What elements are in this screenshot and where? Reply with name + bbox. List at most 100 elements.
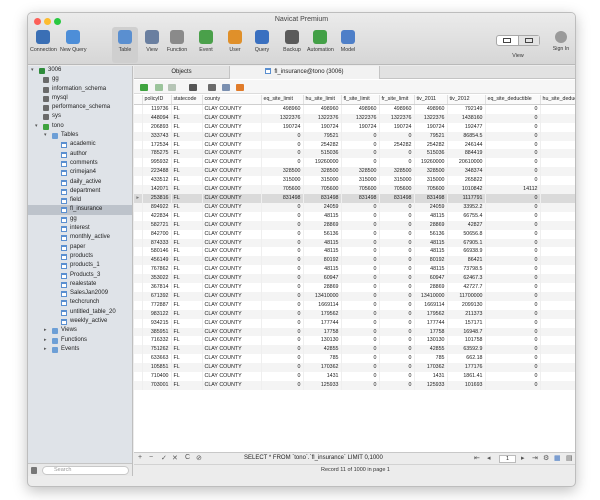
table-cell[interactable]: 0 [379,238,415,248]
row-marker[interactable] [134,238,143,248]
chevron-right-icon[interactable]: ▸ [44,345,47,354]
table-cell[interactable] [540,149,575,159]
row-marker[interactable] [134,283,143,292]
tree-folder-views[interactable]: ▸ Views [28,326,132,335]
table-cell[interactable]: 515036 [303,149,342,159]
table-row[interactable]: 716332 FL CLAY COUNTY 0 130130 0 0 130130 101758… [134,336,575,346]
table-cell[interactable]: FL [171,176,203,186]
table-cell[interactable]: 580146 [142,247,172,257]
tree-table-salesjan2009[interactable]: SalesJan2009 [28,289,132,298]
table-cell[interactable]: 498960 [303,104,342,114]
table-cell[interactable]: 190724 [414,122,448,132]
table-cell[interactable]: 1431 [414,372,448,381]
tree-table-comments[interactable]: comments [28,159,132,168]
table-cell[interactable]: 348374 [447,167,486,177]
table-cell[interactable]: FL [171,211,203,221]
table-row[interactable]: 842700 FL CLAY COUNTY 0 56136 0 0 56136 50656.8 0 [134,229,575,239]
table-cell[interactable]: 16948.7 [447,327,486,337]
table-cell[interactable]: CLAY COUNTY [202,185,262,194]
table-cell[interactable]: 170362 [414,363,448,373]
filter-icon[interactable] [189,84,197,91]
table-cell[interactable]: 0 [379,149,415,159]
table-cell[interactable] [540,122,575,132]
table-cell[interactable]: FL [171,336,203,346]
table-cell[interactable]: 0 [485,372,541,381]
table-cell[interactable]: 0 [341,381,380,390]
table-cell[interactable]: CLAY COUNTY [202,309,262,319]
table-row[interactable]: 367814 FL CLAY COUNTY 0 28869 0 0 28869 42727.7 0 [134,283,575,292]
table-cell[interactable] [540,309,575,319]
row-marker[interactable] [134,229,143,239]
table-cell[interactable]: 0 [379,354,415,364]
table-cell[interactable]: 179562 [414,309,448,319]
table-row[interactable]: 385951 FL CLAY COUNTY 0 17758 0 0 17758 16948.7 0 [134,327,575,337]
table-cell[interactable]: 0 [261,265,304,275]
table-cell[interactable]: 48115 [303,247,342,257]
row-marker[interactable] [134,318,143,328]
table-cell[interactable]: 0 [485,327,541,337]
table-row[interactable]: 353022 FL CLAY COUNTY 0 60947 0 0 60947 62467.3 0 [134,274,575,284]
toolbar-button-model[interactable]: Model [335,27,361,63]
tree-table-field[interactable]: field [28,196,132,205]
row-marker[interactable] [134,176,143,186]
table-cell[interactable]: 246144 [447,140,486,150]
toolbar-button-event[interactable]: Event [193,27,219,63]
discard-changes-button[interactable]: ✕ [172,454,178,462]
table-cell[interactable]: 101758 [447,336,486,346]
table-cell[interactable]: CLAY COUNTY [202,193,262,203]
table-cell[interactable]: CLAY COUNTY [202,363,262,373]
table-row[interactable]: 448094 FL CLAY COUNTY 1322376 1322376 1322376… [134,113,575,123]
table-cell[interactable]: 172534 [142,140,172,150]
table-row[interactable]: ▸ 253816 FL CLAY COUNTY 831498 831498 831498 83… [134,193,575,203]
row-marker[interactable] [134,140,143,150]
table-cell[interactable]: 831498 [379,193,415,203]
table-cell[interactable]: 0 [485,220,541,230]
tree-folder-events[interactable]: ▸ Events [28,345,132,354]
table-cell[interactable]: 0 [379,372,415,381]
table-cell[interactable]: 0 [379,274,415,284]
table-cell[interactable]: 0 [379,229,415,239]
tree-folder-functions[interactable]: ▸ Functions [28,336,132,345]
table-row[interactable]: 119736 FL CLAY COUNTY 498960 498960 498960 498… [134,104,575,114]
table-cell[interactable]: 42827 [447,220,486,230]
table-row[interactable]: 422834 FL CLAY COUNTY 0 48115 0 0 48115 66755.4 0 [134,211,575,221]
table-cell[interactable]: 422834 [142,211,172,221]
table-row[interactable]: 703001 FL CLAY COUNTY 0 125933 0 0 125933 101693… [134,381,575,390]
row-marker[interactable] [134,354,143,364]
row-marker[interactable] [134,158,143,168]
table-cell[interactable]: 0 [485,104,541,114]
toolbar-button-query[interactable]: Query [249,27,275,63]
table-cell[interactable]: 0 [261,291,304,301]
table-cell[interactable]: 19260000 [303,158,342,168]
table-cell[interactable]: 0 [341,291,380,301]
table-row[interactable]: 633663 FL CLAY COUNTY 0 785 0 0 785 662.18 0 [134,354,575,364]
table-cell[interactable]: 0 [341,265,380,275]
table-cell[interactable]: 498960 [341,104,380,114]
table-cell[interactable]: 705600 [341,185,380,194]
table-cell[interactable]: 0 [485,354,541,364]
table-cell[interactable]: 11700000 [447,291,486,301]
table-cell[interactable]: 0 [261,300,304,310]
table-cell[interactable]: FL [171,327,203,337]
table-cell[interactable]: FL [171,122,203,132]
tree-table-gg[interactable]: gg [28,215,132,224]
apply-changes-button[interactable]: ✓ [161,454,167,462]
table-cell[interactable]: 1438160 [447,113,486,123]
table-cell[interactable]: 253816 [142,193,172,203]
table-cell[interactable]: 995932 [142,158,172,168]
table-cell[interactable]: 14112 [485,185,541,194]
sort-icon[interactable] [208,84,216,91]
table-cell[interactable]: 0 [379,381,415,390]
table-cell[interactable]: CLAY COUNTY [202,336,262,346]
table-cell[interactable]: FL [171,229,203,239]
table-cell[interactable]: 130130 [303,336,342,346]
table-cell[interactable]: 328500 [341,167,380,177]
table-cell[interactable]: 42855 [414,345,448,355]
table-cell[interactable]: 130130 [414,336,448,346]
table-cell[interactable]: 0 [379,256,415,266]
table-cell[interactable]: 0 [341,354,380,364]
table-cell[interactable]: 785275 [142,149,172,159]
table-cell[interactable]: 0 [379,327,415,337]
table-cell[interactable]: FL [171,283,203,292]
table-cell[interactable] [540,300,575,310]
